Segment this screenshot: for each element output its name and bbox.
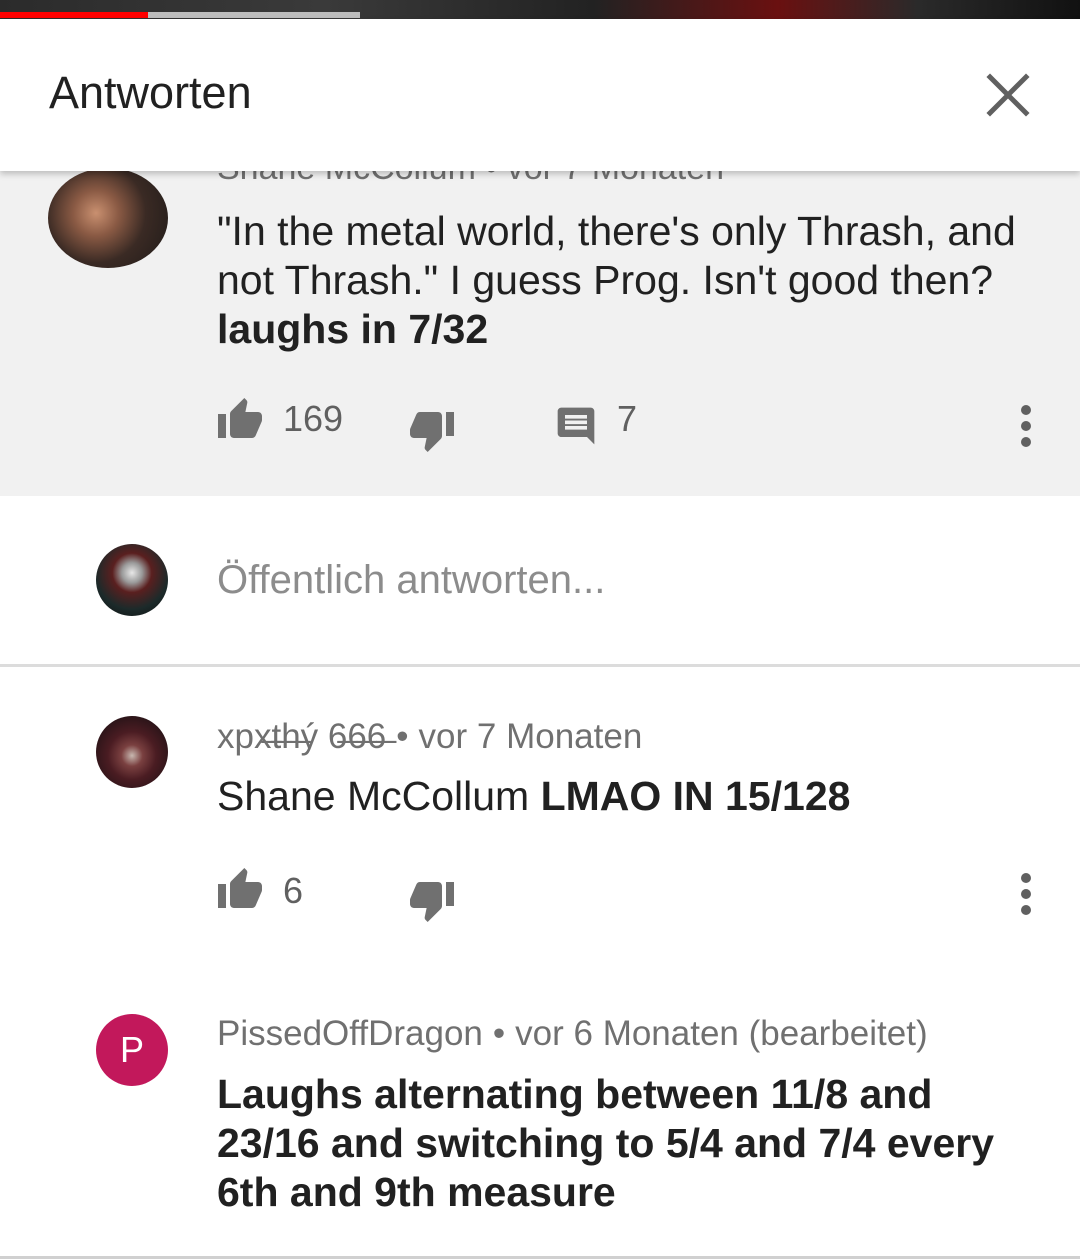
parent-comment: Shane McCollum • vor 7 Monaten "In the m…	[0, 171, 1080, 496]
like-count: 6	[283, 870, 304, 911]
comment-time: vor 7 Monaten	[418, 717, 643, 756]
comment-time: vor 7 Monaten	[507, 171, 724, 187]
divider	[0, 664, 1080, 667]
avatar[interactable]	[96, 716, 168, 788]
video-player-strip[interactable]	[0, 0, 1080, 19]
comment-actions: 169 7	[0, 396, 1080, 456]
meta-dot: •	[396, 717, 409, 756]
comment-text: Laughs alternating between 11/8 and 23/1…	[217, 1070, 1037, 1217]
comment-text-bold: laughs in 7/32	[217, 306, 489, 352]
comment-text-plain: Shane McCollum	[217, 773, 541, 819]
reply-count: 7	[617, 398, 638, 439]
author-name[interactable]: xpx̶t̶h̶ý 6̶6̶6̶	[217, 717, 386, 756]
comment-text: Shane McCollum LMAO IN 15/128	[217, 772, 1037, 821]
thumbs-down-icon[interactable]	[408, 876, 456, 924]
avatar[interactable]	[48, 171, 168, 268]
progress-played[interactable]	[0, 12, 148, 18]
thumbs-down-icon[interactable]	[408, 406, 456, 454]
replies-header: Antworten	[0, 19, 1080, 171]
list-item: P PissedOffDragon • vor 6 Monaten (bearbei…	[0, 998, 1080, 1256]
more-vert-icon[interactable]	[1018, 872, 1034, 916]
meta-dot: •	[492, 1014, 506, 1053]
thumbs-up-icon[interactable]	[216, 396, 264, 440]
public-reply-row[interactable]: Öffentlich antworten...	[0, 496, 1080, 664]
panel-title: Antworten	[49, 67, 252, 118]
list-item: xpx̶t̶h̶ý 6̶6̶6̶ • vor 7 Monaten Shane McC…	[0, 700, 1080, 960]
avatar	[96, 544, 168, 616]
comment-text: "In the metal world, there's only Thrash…	[217, 207, 1037, 354]
more-vert-icon[interactable]	[1018, 404, 1034, 448]
comment-meta: PissedOffDragon • vor 6 Monaten (bearbeite…	[217, 1014, 928, 1054]
comment-meta: Shane McCollum • vor 7 Monaten	[217, 171, 724, 188]
author-name[interactable]: PissedOffDragon	[217, 1014, 483, 1053]
comment-text-bold: Laughs alternating between 11/8 and 23/1…	[217, 1071, 995, 1215]
comment-time: vor 6 Monaten (bearbeitet)	[515, 1014, 928, 1053]
comment-text-bold: LMAO IN 15/128	[540, 773, 851, 819]
author-name[interactable]: Shane McCollum	[217, 171, 476, 187]
public-reply-input[interactable]: Öffentlich antworten...	[217, 558, 605, 603]
comment-meta: xpx̶t̶h̶ý 6̶6̶6̶ • vor 7 Monaten	[217, 717, 642, 757]
comment-icon[interactable]	[554, 404, 598, 448]
close-icon[interactable]	[978, 65, 1038, 125]
like-count: 169	[283, 398, 344, 439]
avatar[interactable]: P	[96, 1014, 168, 1086]
thumbs-up-icon[interactable]	[216, 866, 264, 910]
meta-dot: •	[485, 171, 506, 187]
comment-text-plain: "In the metal world, there's only Thrash…	[217, 208, 1016, 303]
